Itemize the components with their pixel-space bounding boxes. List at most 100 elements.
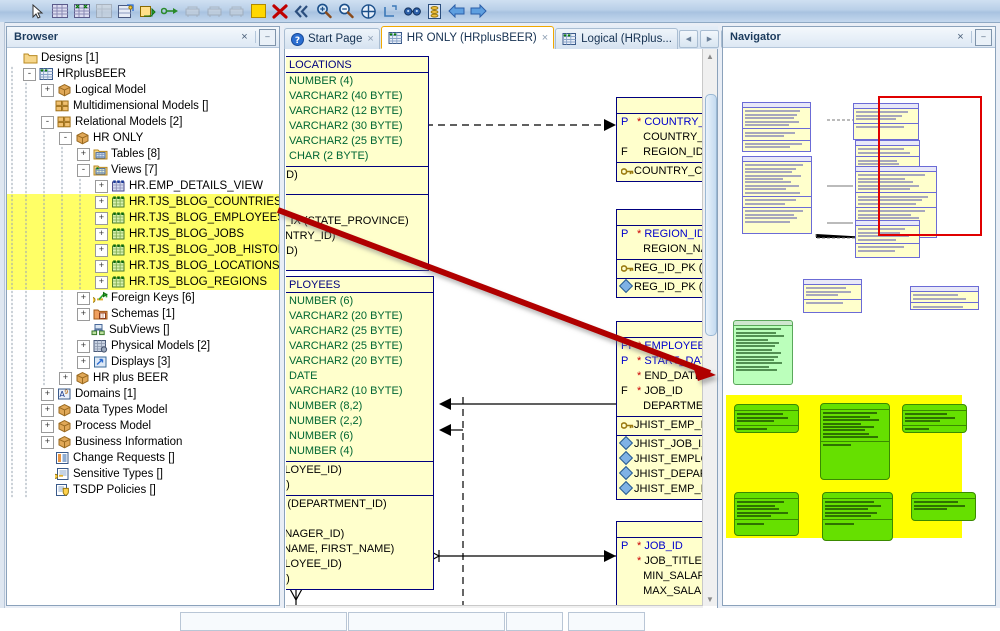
editor-tab-hr-only-hrplusbeer[interactable]: HR ONLY (HRplusBEER) ×: [380, 26, 555, 49]
expand-icon[interactable]: +: [95, 211, 108, 225]
glasses-icon[interactable]: [402, 1, 422, 21]
expand-icon[interactable]: +: [41, 419, 54, 433]
tree-item-sensitive-types[interactable]: Sensitive Types []: [7, 466, 279, 482]
diagram-vertical-scrollbar[interactable]: ▲ ▼: [702, 49, 717, 606]
tree-item-hr-tjs-blog-locations[interactable]: + HR.TJS_BLOG_LOCATIONS: [7, 258, 279, 274]
expand-icon[interactable]: +: [41, 435, 54, 449]
editor-tab-start-page[interactable]: ? Start Page ×: [284, 28, 380, 49]
fk-icon[interactable]: [138, 1, 158, 21]
tree-item-displays-3[interactable]: + Displays [3]: [7, 354, 279, 370]
zoom-in-icon[interactable]: [314, 1, 334, 21]
expand-icon[interactable]: +: [77, 355, 90, 369]
pointer-icon[interactable]: [28, 1, 48, 21]
main-toolbar[interactable]: [0, 0, 1000, 23]
tree-item-schemas-1[interactable]: + Schemas [1]: [7, 306, 279, 322]
table-icon[interactable]: [50, 1, 70, 21]
tree-item-tsdp-policies[interactable]: TSDP Policies []: [7, 482, 279, 498]
mini-green-entity[interactable]: [733, 320, 793, 385]
tree-item-data-types-model[interactable]: + Data Types Model: [7, 402, 279, 418]
job-history-entity[interactable]: PF* EMPLOYEE_ P* START_DAT * END_DATE F*…: [616, 321, 703, 500]
regions-entity[interactable]: P * REGION_ID REGION_NA REG_ID_PK ( REG_I…: [616, 209, 703, 298]
editor-tab-logical-hrplus[interactable]: Logical (HRplus...: [555, 28, 678, 49]
back-icon[interactable]: [446, 1, 466, 21]
expand-icon[interactable]: +: [95, 227, 108, 241]
tree-item-hr-plus-beer[interactable]: + HR plus BEER: [7, 370, 279, 386]
resize-icon[interactable]: [380, 1, 400, 21]
vertical-scroll-thumb[interactable]: [705, 94, 717, 336]
editor-tab-strip[interactable]: ? Start Page × HR ONLY (HRplusBEER) × Logical…: [284, 26, 740, 50]
mini-view-locations[interactable]: [822, 492, 893, 541]
navigator-minimize-button[interactable]: –: [975, 28, 992, 46]
mini-view-employees[interactable]: [820, 403, 890, 480]
tree-item-hr-tjs-blog-employees[interactable]: + HR.TJS_BLOG_EMPLOYEES: [7, 210, 279, 226]
tree-item-hr-emp-details-view[interactable]: + HR.EMP_DETAILS_VIEW: [7, 178, 279, 194]
tree-item-hr-tjs-blog-job-history[interactable]: + HR.TJS_BLOG_JOB_HISTORY: [7, 242, 279, 258]
expand-icon[interactable]: +: [95, 275, 108, 289]
detail-view-icon[interactable]: [116, 1, 136, 21]
tree-item-hrplusbeer[interactable]: - HRplusBEER: [7, 66, 279, 82]
tree-item-tables-8[interactable]: + Tables [8]: [7, 146, 279, 162]
next-tab-button[interactable]: ▶: [699, 30, 719, 48]
expand-icon[interactable]: +: [41, 387, 54, 401]
collapse-icon[interactable]: -: [77, 163, 90, 177]
expand-icon[interactable]: +: [77, 339, 90, 353]
mini-view-jobs[interactable]: [902, 404, 967, 433]
book-icon[interactable]: [424, 1, 444, 21]
tree-item-views-7[interactable]: - Views [7]: [7, 162, 279, 178]
expand-icon[interactable]: +: [95, 179, 108, 193]
expand-icon[interactable]: +: [41, 403, 54, 417]
tree-item-logical-model[interactable]: + Logical Model: [7, 82, 279, 98]
tree-item-foreign-keys-6[interactable]: + Foreign Keys [6]: [7, 290, 279, 306]
mini-entity[interactable]: [742, 156, 812, 234]
expand-icon[interactable]: +: [77, 147, 90, 161]
delete-icon[interactable]: [270, 1, 290, 21]
tree-item-business-information[interactable]: + Business Information: [7, 434, 279, 450]
expand-icon[interactable]: +: [77, 291, 90, 305]
tree-item-process-model[interactable]: + Process Model: [7, 418, 279, 434]
tree-item-multidimensional-models[interactable]: Multidimensional Models []: [7, 98, 279, 114]
mini-entity[interactable]: [803, 279, 862, 313]
link-icon[interactable]: [160, 1, 180, 21]
scroll-down-arrow[interactable]: ▼: [705, 594, 715, 604]
expand-icon[interactable]: +: [95, 243, 108, 257]
collapse-icon[interactable]: -: [23, 67, 36, 81]
expand-icon[interactable]: +: [41, 83, 54, 97]
countries-entity[interactable]: P* COUNTRY_ID COUNTRY_NA F REGION_ID COU…: [616, 97, 703, 182]
tree-item-domains-1[interactable]: + A 9 Domains [1]: [7, 386, 279, 402]
navigator-thumbnail[interactable]: [723, 48, 995, 605]
mini-view-regions[interactable]: [911, 492, 976, 521]
employees-entity[interactable]: PLOYEES NUMBER (6) VARCHAR2 (20 BYTE) VA…: [286, 276, 434, 590]
collapse-icon[interactable]: -: [59, 131, 72, 145]
expand-icon[interactable]: +: [77, 307, 90, 321]
jobs-entity[interactable]: P* JOB_ID * JOB_TITLE MIN_SALARY MAX_SAL…: [616, 521, 703, 606]
mini-view-countries[interactable]: [734, 404, 799, 433]
fit-icon[interactable]: [358, 1, 378, 21]
forward-icon[interactable]: [468, 1, 488, 21]
mini-entity[interactable]: [910, 286, 979, 310]
tree-item-hr-tjs-blog-countries[interactable]: + HR.TJS_BLOG_COUNTRIES: [7, 194, 279, 210]
expand-icon[interactable]: +: [59, 371, 72, 385]
tree-item-change-requests[interactable]: Change Requests []: [7, 450, 279, 466]
tree-item-designs-1[interactable]: Designs [1]: [7, 50, 279, 66]
mini-entity[interactable]: [742, 102, 811, 152]
tree-item-physical-models-2[interactable]: + Physical Models [2]: [7, 338, 279, 354]
prev-tab-button[interactable]: ◀: [678, 30, 698, 48]
browser-close-button[interactable]: ×: [237, 30, 252, 45]
editor-tab-close-icon[interactable]: ×: [542, 32, 548, 44]
mini-view-job-history[interactable]: [734, 492, 799, 536]
locations-entity[interactable]: LOCATIONS NUMBER (4) VARCHAR2 (40 BYTE) …: [286, 56, 429, 271]
diagram-canvas[interactable]: LOCATIONS NUMBER (4) VARCHAR2 (40 BYTE) …: [284, 49, 718, 622]
collapse-icon[interactable]: -: [41, 115, 54, 129]
scroll-up-arrow[interactable]: ▲: [705, 51, 715, 61]
expand-icon[interactable]: +: [95, 259, 108, 273]
tree-item-hr-tjs-blog-jobs[interactable]: + HR.TJS_BLOG_JOBS: [7, 226, 279, 242]
expand-icon[interactable]: +: [95, 195, 108, 209]
tree-item-hr-only[interactable]: - HR ONLY: [7, 130, 279, 146]
collapse-icon[interactable]: [292, 1, 312, 21]
tree-item-relational-models-2[interactable]: - Relational Models [2]: [7, 114, 279, 130]
browser-minimize-button[interactable]: –: [259, 28, 276, 46]
tree-item-subviews[interactable]: SubViews []: [7, 322, 279, 338]
tree-item-hr-tjs-blog-regions[interactable]: + HR.TJS_BLOG_REGIONS: [7, 274, 279, 290]
navigator-close-button[interactable]: ×: [953, 30, 968, 45]
design-tree[interactable]: Designs [1] - HRplusBEER + Logical Model Mult…: [7, 48, 279, 605]
